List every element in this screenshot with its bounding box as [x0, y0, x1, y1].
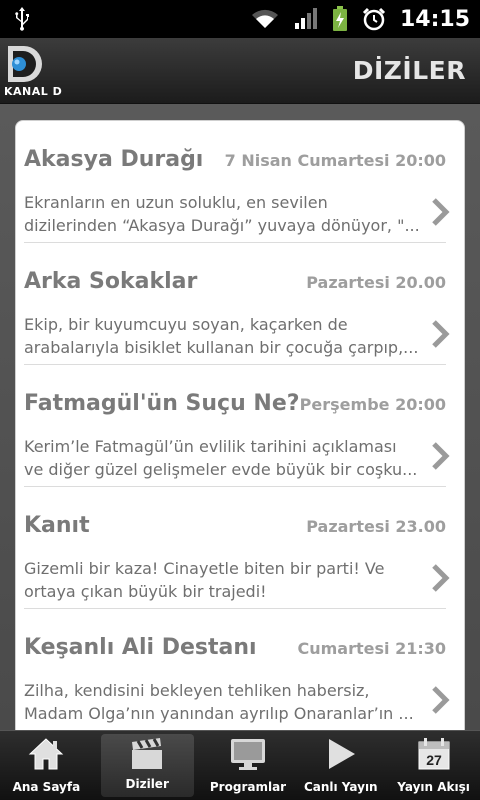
tab-live[interactable]: Canlı Yayın [294, 731, 387, 800]
chevron-right-icon [432, 564, 450, 592]
battery-icon [332, 6, 347, 31]
app-header: KANAL D DİZİLER [0, 38, 480, 104]
monitor-icon [230, 739, 265, 770]
description-line: ortaya çıkan büyük bir trajedi! [24, 582, 267, 601]
series-description: Kerim’le Fatmagül’ün evlilik tarihini aç… [24, 435, 432, 481]
content-area: Akasya Durağı 7 Nisan Cumartesi 20:00 Ek… [0, 104, 480, 740]
series-description: Ekip, bir kuyumcuyu soyan, kaçarken de a… [24, 313, 432, 359]
bottom-tab-bar: Ana Sayfa Diziler Programlar Canlı Yayın [0, 730, 480, 800]
list-item[interactable]: Kanıt Pazartesi 23.00 Gizemli bir kaza! … [24, 487, 450, 609]
alarm-icon [362, 7, 386, 31]
calendar-icon: 27 [418, 738, 450, 770]
series-airtime: 7 Nisan Cumartesi 20:00 [224, 151, 446, 170]
list-item[interactable]: Arka Sokaklar Pazartesi 20.00 Ekip, bir … [24, 243, 450, 365]
series-title: Arka Sokaklar [24, 269, 198, 294]
tab-label: Yayın Akışı [397, 780, 470, 794]
description-line: Zilha, kendisini bekleyen tehliken haber… [24, 681, 370, 700]
chevron-right-icon [432, 442, 450, 470]
series-description: Gizemli bir kaza! Cinayetle biten bir pa… [24, 557, 432, 603]
list-item[interactable]: Keşanlı Ali Destanı Cumartesi 21:30 Zilh… [24, 609, 450, 731]
series-title: Fatmagül'ün Suçu Ne? [24, 391, 300, 416]
series-description: Ekranların en uzun soluklu, en sevilen d… [24, 191, 432, 237]
series-list: Akasya Durağı 7 Nisan Cumartesi 20:00 Ek… [15, 120, 465, 740]
description-line: Gizemli bir kaza! Cinayetle biten bir pa… [24, 559, 385, 578]
signal-icon [294, 8, 317, 29]
tab-schedule[interactable]: 27 Yayın Akışı [387, 731, 480, 800]
status-bar: 14:15 [0, 0, 480, 38]
calendar-day: 27 [426, 752, 442, 768]
tab-home[interactable]: Ana Sayfa [0, 731, 93, 800]
logo-label: KANAL D [4, 85, 63, 98]
list-item[interactable]: Fatmagül'ün Suçu Ne? Perşembe 20:00 Keri… [24, 365, 450, 487]
kanal-d-logo[interactable]: KANAL D [4, 44, 64, 100]
description-line: dizilerinden “Akasya Durağı” yuvaya dönü… [24, 216, 420, 235]
series-airtime: Perşembe 20:00 [299, 395, 446, 414]
home-icon [29, 738, 64, 770]
description-line: ve diğer güzel gelişmeler evde büyük bir… [24, 460, 418, 479]
wifi-icon [251, 9, 278, 28]
series-title: Akasya Durağı [24, 147, 204, 172]
series-airtime: Pazartesi 20.00 [306, 273, 446, 292]
series-title: Keşanlı Ali Destanı [24, 635, 257, 660]
series-description: Zilha, kendisini bekleyen tehliken haber… [24, 679, 432, 725]
tab-series[interactable]: Diziler [100, 734, 194, 797]
list-item[interactable]: Akasya Durağı 7 Nisan Cumartesi 20:00 Ek… [24, 121, 450, 243]
chevron-right-icon [432, 686, 450, 714]
clock-time: 14:15 [399, 6, 470, 32]
kanal-d-logo-icon [8, 46, 42, 82]
description-line: Ekranların en uzun soluklu, en sevilen [24, 193, 328, 212]
series-title: Kanıt [24, 513, 90, 538]
clapperboard-icon [132, 738, 163, 769]
description-line: Ekip, bir kuyumcuyu soyan, kaçarken de [24, 315, 348, 334]
tab-label: Programlar [209, 780, 287, 794]
usb-icon [15, 7, 29, 31]
tab-label: Ana Sayfa [12, 780, 81, 794]
description-line: Madam Olga’nın yanından ayrılıp Onaranla… [24, 704, 414, 723]
series-airtime: Cumartesi 21:30 [297, 639, 447, 658]
description-line: Kerim’le Fatmagül’ün evlilik tarihini aç… [24, 437, 397, 456]
chevron-right-icon [432, 198, 450, 226]
chevron-right-icon [432, 320, 450, 348]
play-icon [328, 739, 355, 769]
tab-label: Canlı Yayın [303, 780, 378, 794]
page-title: DİZİLER [352, 56, 466, 85]
tab-label: Diziler [125, 777, 169, 791]
series-airtime: Pazartesi 23.00 [306, 517, 446, 536]
description-line: arabalarıyla bisiklet kullanan bir çocuğ… [24, 338, 419, 357]
tab-programs[interactable]: Programlar [202, 731, 295, 800]
